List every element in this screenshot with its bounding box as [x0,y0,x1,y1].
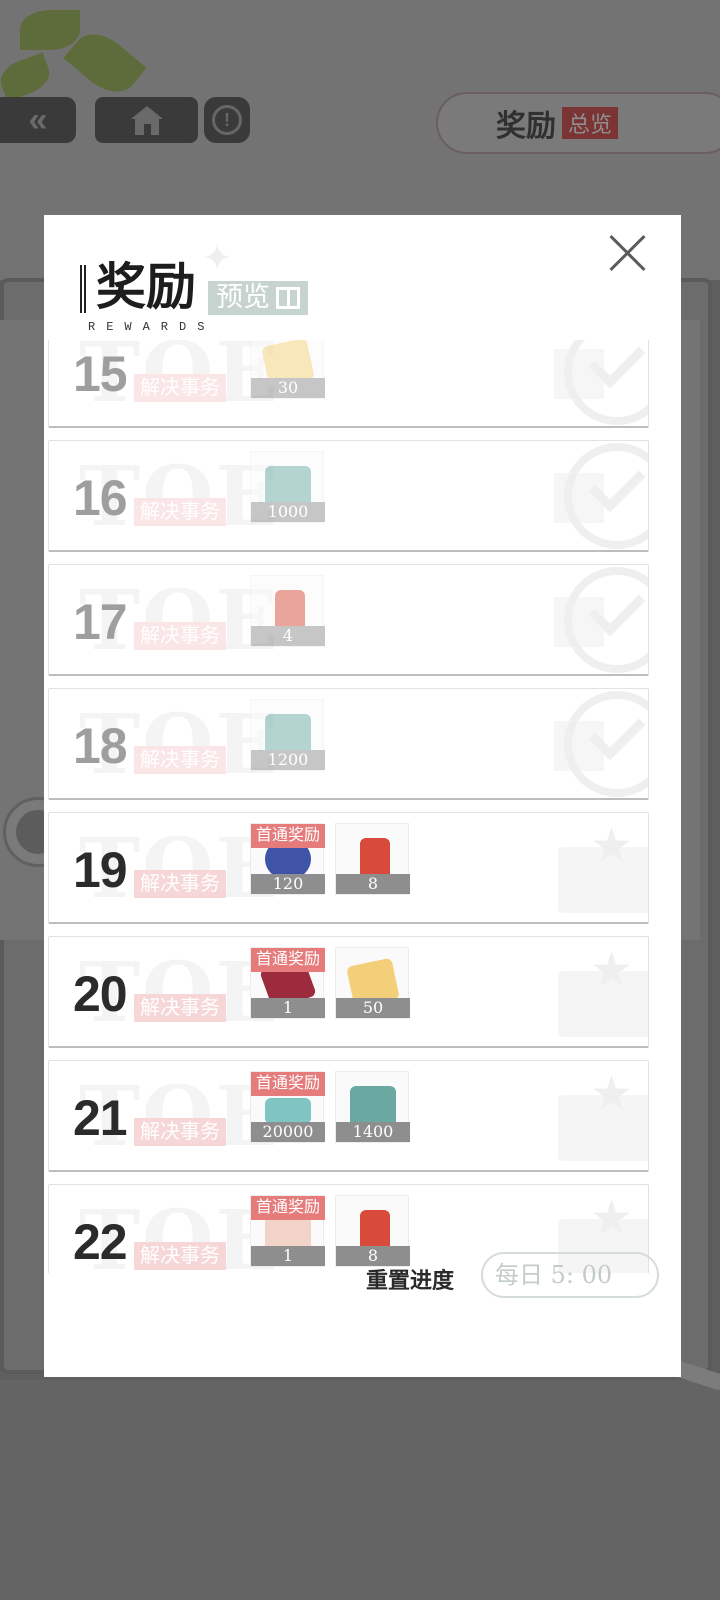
reward-row: TOE 18 解决事务 1200 [48,688,649,800]
reward-row: TOE 17 解决事务 4 [48,564,649,676]
modal-subtitle: REWARDS [88,320,216,334]
reward-item[interactable]: 首通奖励 20000 [250,1071,325,1143]
home-button[interactable] [95,97,198,143]
first-clear-badge: 首通奖励 [251,948,325,972]
reward-row: TOE15解决事务30 [48,340,649,428]
first-clear-badge: 首通奖励 [251,1196,325,1220]
modal-title: 奖励 [96,257,196,316]
row-task-label: 解决事务 [134,622,226,650]
reward-list[interactable]: TOE15解决事务30TOE16解决事务1000TOE17解决事务4TOE18解… [48,340,654,1273]
home-icon [130,106,163,135]
reward-item[interactable]: 1400 [335,1071,410,1143]
info-icon: ! [212,105,242,135]
reward-quantity: 8 [336,874,410,894]
reward-item[interactable]: 8 [335,823,410,895]
overview-title: 奖励 [496,109,556,144]
leaf-decoration [20,10,80,50]
pending-folder-icon: ★ [558,1071,648,1161]
reset-time: 每日 5: 00 [481,1252,659,1298]
reward-quantity: 1000 [251,502,325,522]
reward-item[interactable]: 50 [335,947,410,1019]
reward-item[interactable]: 1000 [250,451,325,523]
pending-folder-icon: ★ [558,823,648,913]
background-floor [0,1380,720,1600]
row-number: 15 [73,346,128,402]
row-task-label: 解决事务 [134,994,226,1022]
reward-item[interactable]: 首通奖励 120 [250,823,325,895]
gift-icon [276,287,300,309]
reward-quantity: 30 [251,378,325,398]
reward-item[interactable]: 首通奖励 1 [250,1195,325,1267]
reward-item[interactable]: 4 [250,575,325,647]
title-bar-decoration [80,265,86,313]
reward-quantity: 1200 [251,750,325,770]
reward-item[interactable]: 1200 [250,699,325,771]
reset-label: 重置进度 [366,1268,455,1294]
row-number: 17 [73,594,128,650]
reward-row: TOE 16 解决事务 1000 [48,440,649,552]
row-number: 18 [73,718,128,774]
row-number: 21 [73,1090,128,1146]
reward-row: TOE 20 解决事务 首通奖励 1 50 ★ [48,936,649,1048]
rewards-preview-modal: ✦ 奖励 预览 REWARDS TOE15解决事务30TOE16解决事务1000… [44,215,681,1377]
row-number: 22 [73,1214,128,1270]
reward-item[interactable]: 30 [250,340,325,399]
row-number: 19 [73,842,128,898]
back-button[interactable]: « [0,97,76,143]
claimed-check-icon [554,340,648,425]
reward-quantity: 1400 [336,1122,410,1142]
money-icon [265,1098,311,1124]
close-icon[interactable] [607,233,647,273]
row-task-label: 解决事务 [134,746,226,774]
reward-item[interactable]: 首通奖励 1 [250,947,325,1019]
double-chevron-left-icon: « [28,100,48,139]
row-task-label: 解决事务 [134,1118,226,1146]
row-number: 16 [73,470,128,526]
row-number: 20 [73,966,128,1022]
claimed-check-icon [554,691,648,797]
reward-quantity: 50 [336,998,410,1018]
reward-quantity: 120 [251,874,325,894]
claimed-check-icon [554,567,648,673]
reward-quantity: 4 [251,626,325,646]
claimed-check-icon [554,443,648,549]
sparkle-icon: ✦ [202,237,233,278]
overview-tag: 总览 [562,107,619,139]
info-button[interactable]: ! [204,97,250,143]
row-task-label: 解决事务 [134,870,226,898]
first-clear-badge: 首通奖励 [251,824,325,848]
modal-title-tag: 预览 [208,281,308,315]
first-clear-badge: 首通奖励 [251,1072,325,1096]
reward-row: TOE 19 解决事务 首通奖励 120 8 ★ [48,812,649,924]
reward-quantity: 20000 [251,1122,325,1142]
reward-item[interactable]: 8 [335,1195,410,1267]
row-task-label: 解决事务 [134,374,226,402]
reward-row: TOE 21 解决事务 首通奖励 20000 1400 ★ [48,1060,649,1172]
row-task-label: 解决事务 [134,498,226,526]
row-task-label: 解决事务 [134,1242,226,1270]
rewards-overview-button[interactable]: 奖励 总览 [436,92,720,154]
reward-quantity: 1 [251,1246,325,1266]
pending-folder-icon: ★ [558,947,648,1037]
reward-quantity: 1 [251,998,325,1018]
